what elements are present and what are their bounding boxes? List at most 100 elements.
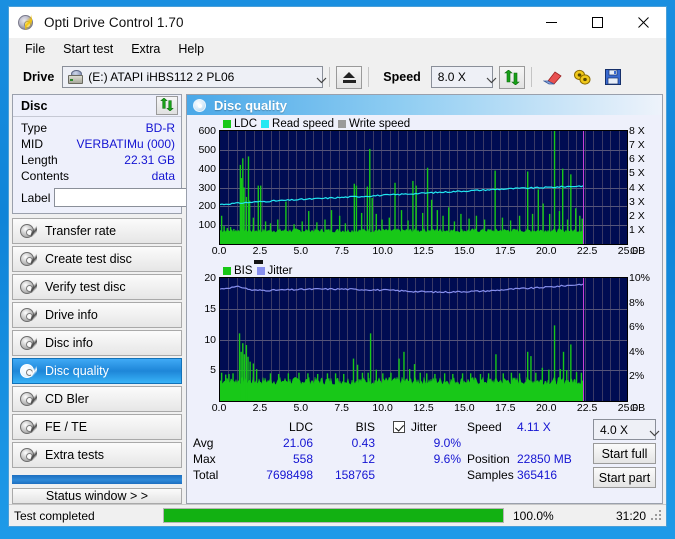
disc-length-label: Length — [21, 153, 58, 167]
stats-column-meta-labels: Speed Position Samples — [461, 419, 517, 488]
sidebar-item-disc-info[interactable]: Disc info — [12, 330, 182, 356]
resize-grip[interactable] — [651, 509, 663, 522]
erase-button[interactable] — [538, 66, 568, 89]
disc-icon — [20, 279, 37, 295]
x-tick-label: 20.0 — [535, 245, 557, 257]
main-area: Disc Type BD-R MID VERBATIMu (000) Lengt… — [9, 94, 666, 504]
legend-entry-ldc: LDC — [223, 118, 257, 130]
panel-title: Disc quality — [214, 97, 287, 113]
sidebar-item-transfer-rate[interactable]: Transfer rate — [12, 218, 182, 244]
toolbar-divider-3 — [530, 67, 532, 87]
disc-icon — [20, 363, 37, 379]
content-area: Disc quality LDC Read speed Write speed … — [186, 94, 663, 504]
disc-row-contents: Contents data — [21, 168, 175, 184]
chart-ldc-plot[interactable] — [219, 130, 628, 245]
menu-start-test[interactable]: Start test — [54, 40, 122, 58]
y-tick-label: 15 — [204, 302, 216, 315]
y2-tick-label: 1 X — [629, 223, 645, 236]
sidebar-item-label: Disc quality — [45, 364, 109, 378]
settings-button[interactable] — [568, 66, 598, 89]
disc-refresh-button[interactable] — [156, 96, 178, 115]
test-speed-select[interactable]: 4.0 X — [593, 419, 660, 440]
legend-swatch-read-speed — [261, 119, 270, 128]
save-button[interactable] — [598, 66, 628, 89]
jitter-label: Jitter — [411, 420, 438, 434]
speed-select[interactable]: 8.0 X — [430, 66, 497, 88]
sidebar-item-label: Transfer rate — [45, 224, 117, 238]
y-tick-label: 600 — [198, 125, 216, 137]
sidebar-item-drive-info[interactable]: Drive info — [12, 302, 182, 328]
chart-bis: 5 10 15 20 2% 4% 6% 8% 10% — [191, 272, 658, 402]
disc-length-value: 22.31 GB — [124, 153, 175, 167]
stats-label-max: Max — [193, 452, 216, 466]
drive-select[interactable]: (E:) ATAPI iHBS112 2 PL06 — [62, 66, 327, 88]
legend-swatch-ldc — [223, 119, 231, 128]
sidebar-item-extra-tests[interactable]: Extra tests — [12, 442, 182, 468]
toolbar-divider-1 — [329, 67, 331, 87]
y2-tick-label: 3 X — [629, 195, 645, 208]
stats-meta-value-blank — [517, 435, 589, 451]
stats-column-meta-values: 4.11 X 22850 MB 365416 — [517, 419, 589, 488]
disc-icon — [20, 251, 37, 267]
y-tick-label: 20 — [204, 272, 216, 284]
stats-row-labels: Avg Max Total — [193, 419, 235, 488]
chart-bis-x-axis: 0.0 2.5 5.0 7.5 10.0 12.5 15.0 17.5 20.0 22.5 25.0… — [212, 402, 645, 417]
toolbar: Drive (E:) ATAPI iHBS112 2 PL06 Speed 8.… — [9, 60, 666, 94]
y-tick-label: 200 — [198, 200, 216, 213]
refresh-drive-button[interactable] — [498, 65, 525, 89]
start-full-button[interactable]: Start full — [593, 443, 656, 464]
title-bar: Opti Drive Control 1.70 — [9, 7, 666, 38]
chart-end-marker — [583, 278, 585, 401]
x-tick-label: 15.0 — [454, 245, 475, 257]
maximize-icon[interactable] — [574, 7, 620, 38]
legend-label-write-speed: Write speed — [349, 117, 411, 130]
y2-tick-label: 4 X — [629, 181, 645, 194]
chart-ldc-legend: LDC Read speed Write speed — [191, 117, 658, 130]
pill-icon — [573, 69, 592, 85]
menu-file[interactable]: File — [16, 40, 54, 58]
panel-header: Disc quality — [187, 95, 662, 115]
stats-jitter-max: 9.6% — [433, 452, 461, 466]
close-icon[interactable] — [620, 7, 666, 38]
start-part-button[interactable]: Start part — [593, 467, 656, 488]
y2-tick-label: 4% — [629, 345, 645, 358]
sidebar-item-create-test-disc[interactable]: Create test disc — [12, 246, 182, 272]
menu-extra[interactable]: Extra — [122, 40, 169, 58]
eject-button[interactable] — [336, 65, 363, 89]
sidebar-item-cd-bler[interactable]: CD Bler — [12, 386, 182, 412]
window-controls — [528, 7, 666, 38]
status-window-button[interactable]: Status window > > — [12, 488, 182, 504]
save-icon — [604, 69, 621, 85]
jitter-checkbox[interactable] — [393, 421, 405, 433]
menu-bar: File Start test Extra Help — [9, 38, 666, 60]
x-axis-unit: GB — [630, 402, 646, 414]
legend-entry-jitter: Jitter — [256, 265, 292, 277]
disc-info-header: Disc — [13, 95, 181, 117]
legend-label-read-speed: Read speed — [272, 117, 335, 130]
drive-label: Drive — [23, 70, 55, 84]
x-tick-label: 20.0 — [535, 402, 557, 414]
sidebar-item-disc-quality[interactable]: Disc quality — [12, 358, 182, 384]
disc-row-length: Length 22.31 GB — [21, 152, 175, 168]
disc-quality-icon — [193, 98, 207, 112]
y2-tick-label: 6% — [629, 321, 645, 334]
y2-tick-label: 7 X — [629, 139, 645, 152]
chart-bis-y2-axis: 2% 4% 6% 8% 10% — [628, 272, 658, 402]
disc-icon — [20, 419, 37, 435]
chart-bis-plot[interactable] — [219, 277, 628, 402]
minimize-icon[interactable] — [528, 7, 574, 38]
x-tick-label: 15.0 — [454, 402, 475, 414]
sidebar-item-label: Extra tests — [45, 448, 105, 462]
status-message: Test completed — [14, 508, 95, 523]
x-tick-label: 22.5 — [576, 402, 598, 414]
x-tick-label: 2.5 — [252, 245, 268, 257]
sidebar-item-fe-te[interactable]: FE / TE — [12, 414, 182, 440]
speed-select-value: 8.0 X — [437, 70, 466, 84]
chart-ldc-y2-axis: 1 X2 X3 X4 X5 X6 X7 X 8 X — [628, 125, 658, 245]
sidebar-item-verify-test-disc[interactable]: Verify test disc — [12, 274, 182, 300]
disc-icon — [20, 335, 37, 351]
legend-label-ldc: LDC — [234, 117, 258, 130]
menu-help[interactable]: Help — [169, 40, 213, 58]
stats-ldc-avg: 21.06 — [282, 436, 313, 450]
disc-type-label: Type — [21, 121, 48, 135]
